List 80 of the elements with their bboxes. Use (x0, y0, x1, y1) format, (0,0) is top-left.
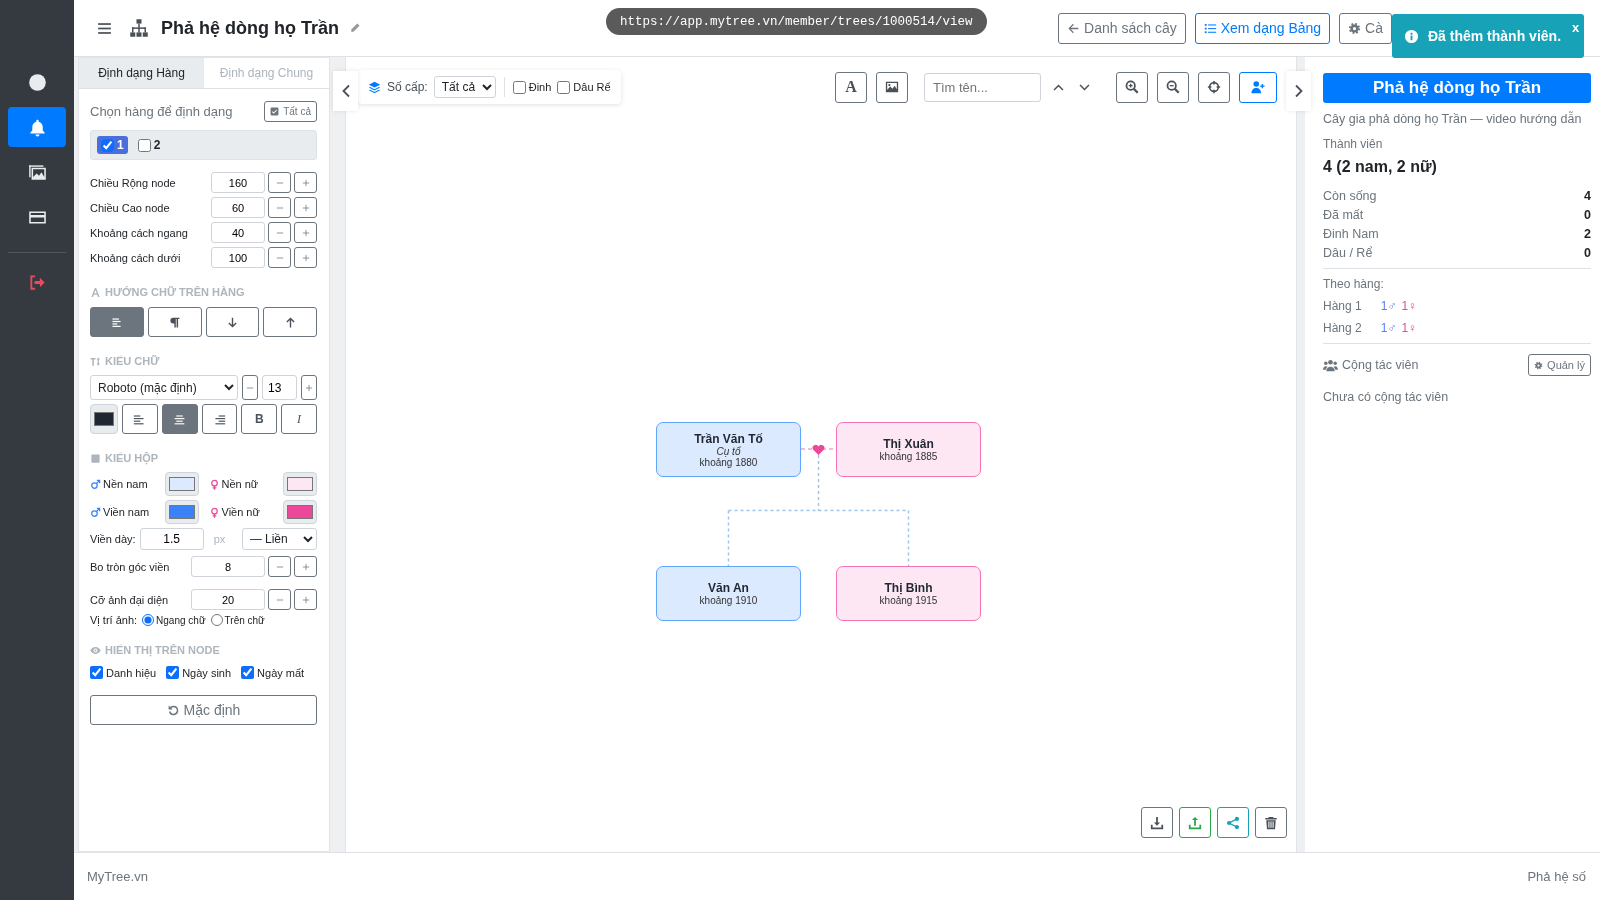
section-label: Chọn hàng để định dạng (90, 104, 233, 119)
field-label: Chiều Rộng node (90, 176, 177, 189)
person-node[interactable]: Trần Văn Tố Cụ tổ khoảng 1880 (656, 422, 801, 477)
field-label: Nền nam (103, 478, 148, 490)
number-field[interactable]: 100 (211, 247, 265, 268)
stat-label: Còn sống (1323, 189, 1377, 203)
unit-label: px (212, 533, 227, 545)
bold-button[interactable]: B (241, 404, 278, 434)
field-label: Khoảng cách dưới (90, 251, 182, 264)
stat-label: Đinh Nam (1323, 227, 1379, 241)
stat-value: 0 (1584, 208, 1591, 222)
number-field[interactable]: 8 (191, 556, 265, 577)
male-count: 1♂ (1380, 299, 1397, 313)
checkbox-label: Ngày sinh (182, 666, 232, 679)
reset-button[interactable]: Mặc định (90, 695, 317, 725)
manage-button[interactable]: Quản lý (1528, 354, 1591, 376)
field-label: Vị trí ảnh: (90, 614, 138, 626)
section-heading: HƯỚNG CHỮ TRÊN HÀNG (105, 286, 245, 298)
stat-value: 4 (1584, 189, 1591, 203)
font-size-field[interactable]: 13 (262, 375, 297, 400)
search-field[interactable]: Tìm tên... (924, 72, 1041, 102)
checkbox-label: Ngày mất (257, 666, 305, 679)
radio-label: Trên chữ (224, 614, 265, 626)
toast-message: Đã thêm thành viên. (1428, 28, 1562, 44)
section-label: Theo hàng: (1323, 277, 1385, 291)
field-label: Viền nam (103, 506, 150, 518)
font-select[interactable]: Roboto (mặc định) (90, 375, 238, 400)
subtitle: Cây gia phả dòng họ Trần — video hướng dẫn (1323, 112, 1583, 126)
person-node[interactable]: Thị Bình khoảng 1915 (836, 566, 981, 621)
field-label: Viền nữ (221, 506, 260, 518)
row-label: Hàng 2 (1323, 321, 1362, 335)
border-style-select[interactable]: — Liền (241, 528, 317, 550)
footer-brand: MyTree.vn (87, 869, 148, 884)
header-button[interactable]: Xem dạng Bảng (1194, 12, 1331, 44)
stat-label: Đã mất (1323, 208, 1364, 222)
row-number: 2 (153, 138, 161, 152)
number-field[interactable]: 20 (191, 589, 265, 610)
number-field[interactable]: 60 (211, 197, 265, 218)
person-node[interactable]: Văn An khoảng 1910 (656, 566, 801, 621)
tab[interactable]: Định dạng Hàng (79, 58, 204, 88)
italic-button[interactable]: I (281, 404, 317, 434)
empty-message: Chưa có cộng tác viên (1323, 390, 1450, 404)
font-button[interactable]: A (835, 71, 867, 103)
section-heading: KIỂU CHỮ (105, 355, 160, 367)
section-heading: HIỂN THỊ TRÊN NODE (105, 644, 220, 656)
select-all-button[interactable]: Tất cả (264, 101, 317, 122)
checkbox-label: Danh hiệu (106, 666, 157, 679)
number-field[interactable]: 40 (211, 222, 265, 243)
tree-title-button[interactable]: Phả hệ dòng họ Trần (1323, 73, 1591, 103)
checkbox-label: Đinh (528, 81, 552, 93)
stat-value: 0 (1584, 246, 1591, 260)
female-count: 1♀ (1401, 321, 1418, 335)
radio-label: Ngang chữ (156, 614, 206, 626)
field-label: Chiều Cao node (90, 201, 171, 214)
levels-select[interactable]: Tất cả (433, 76, 496, 98)
page-title: Phả hệ dòng họ Trần (161, 17, 339, 39)
section-label: Cộng tác viên (1342, 358, 1419, 372)
female-count: 1♀ (1401, 299, 1418, 313)
male-count: 1♂ (1380, 321, 1397, 335)
url-bar: https://app.mytree.vn/member/trees/1000514/view (606, 8, 987, 35)
number-field[interactable]: 1.5 (139, 528, 204, 550)
field-label: Bo tròn góc viền (90, 560, 171, 573)
field-label: Viền dày: (90, 533, 136, 545)
footer-text: Phả hệ số (1527, 869, 1586, 884)
header-button[interactable]: Danh sách cây (1058, 12, 1186, 44)
row-label: Hàng 1 (1323, 299, 1362, 313)
row-number: 1 (117, 138, 124, 152)
members-count: 4 (2 nam, 2 nữ) (1323, 158, 1438, 176)
stat-label: Dâu / Rể (1323, 246, 1373, 260)
field-label: Khoảng cách ngang (90, 226, 189, 239)
levels-label: Số cấp: (387, 80, 428, 94)
stat-value: 2 (1584, 227, 1591, 241)
person-node[interactable]: Thị Xuân khoảng 1885 (836, 422, 981, 477)
field-label: Nền nữ (221, 478, 259, 490)
checkbox-label: Dâu Rể (573, 81, 611, 93)
members-label: Thành viên (1323, 137, 1384, 151)
section-heading: KIỂU HỘP (105, 452, 159, 464)
field-label: Cỡ ảnh đại diện (90, 593, 170, 606)
number-field[interactable]: 160 (211, 172, 265, 193)
header-button[interactable]: Cà (1339, 12, 1392, 44)
